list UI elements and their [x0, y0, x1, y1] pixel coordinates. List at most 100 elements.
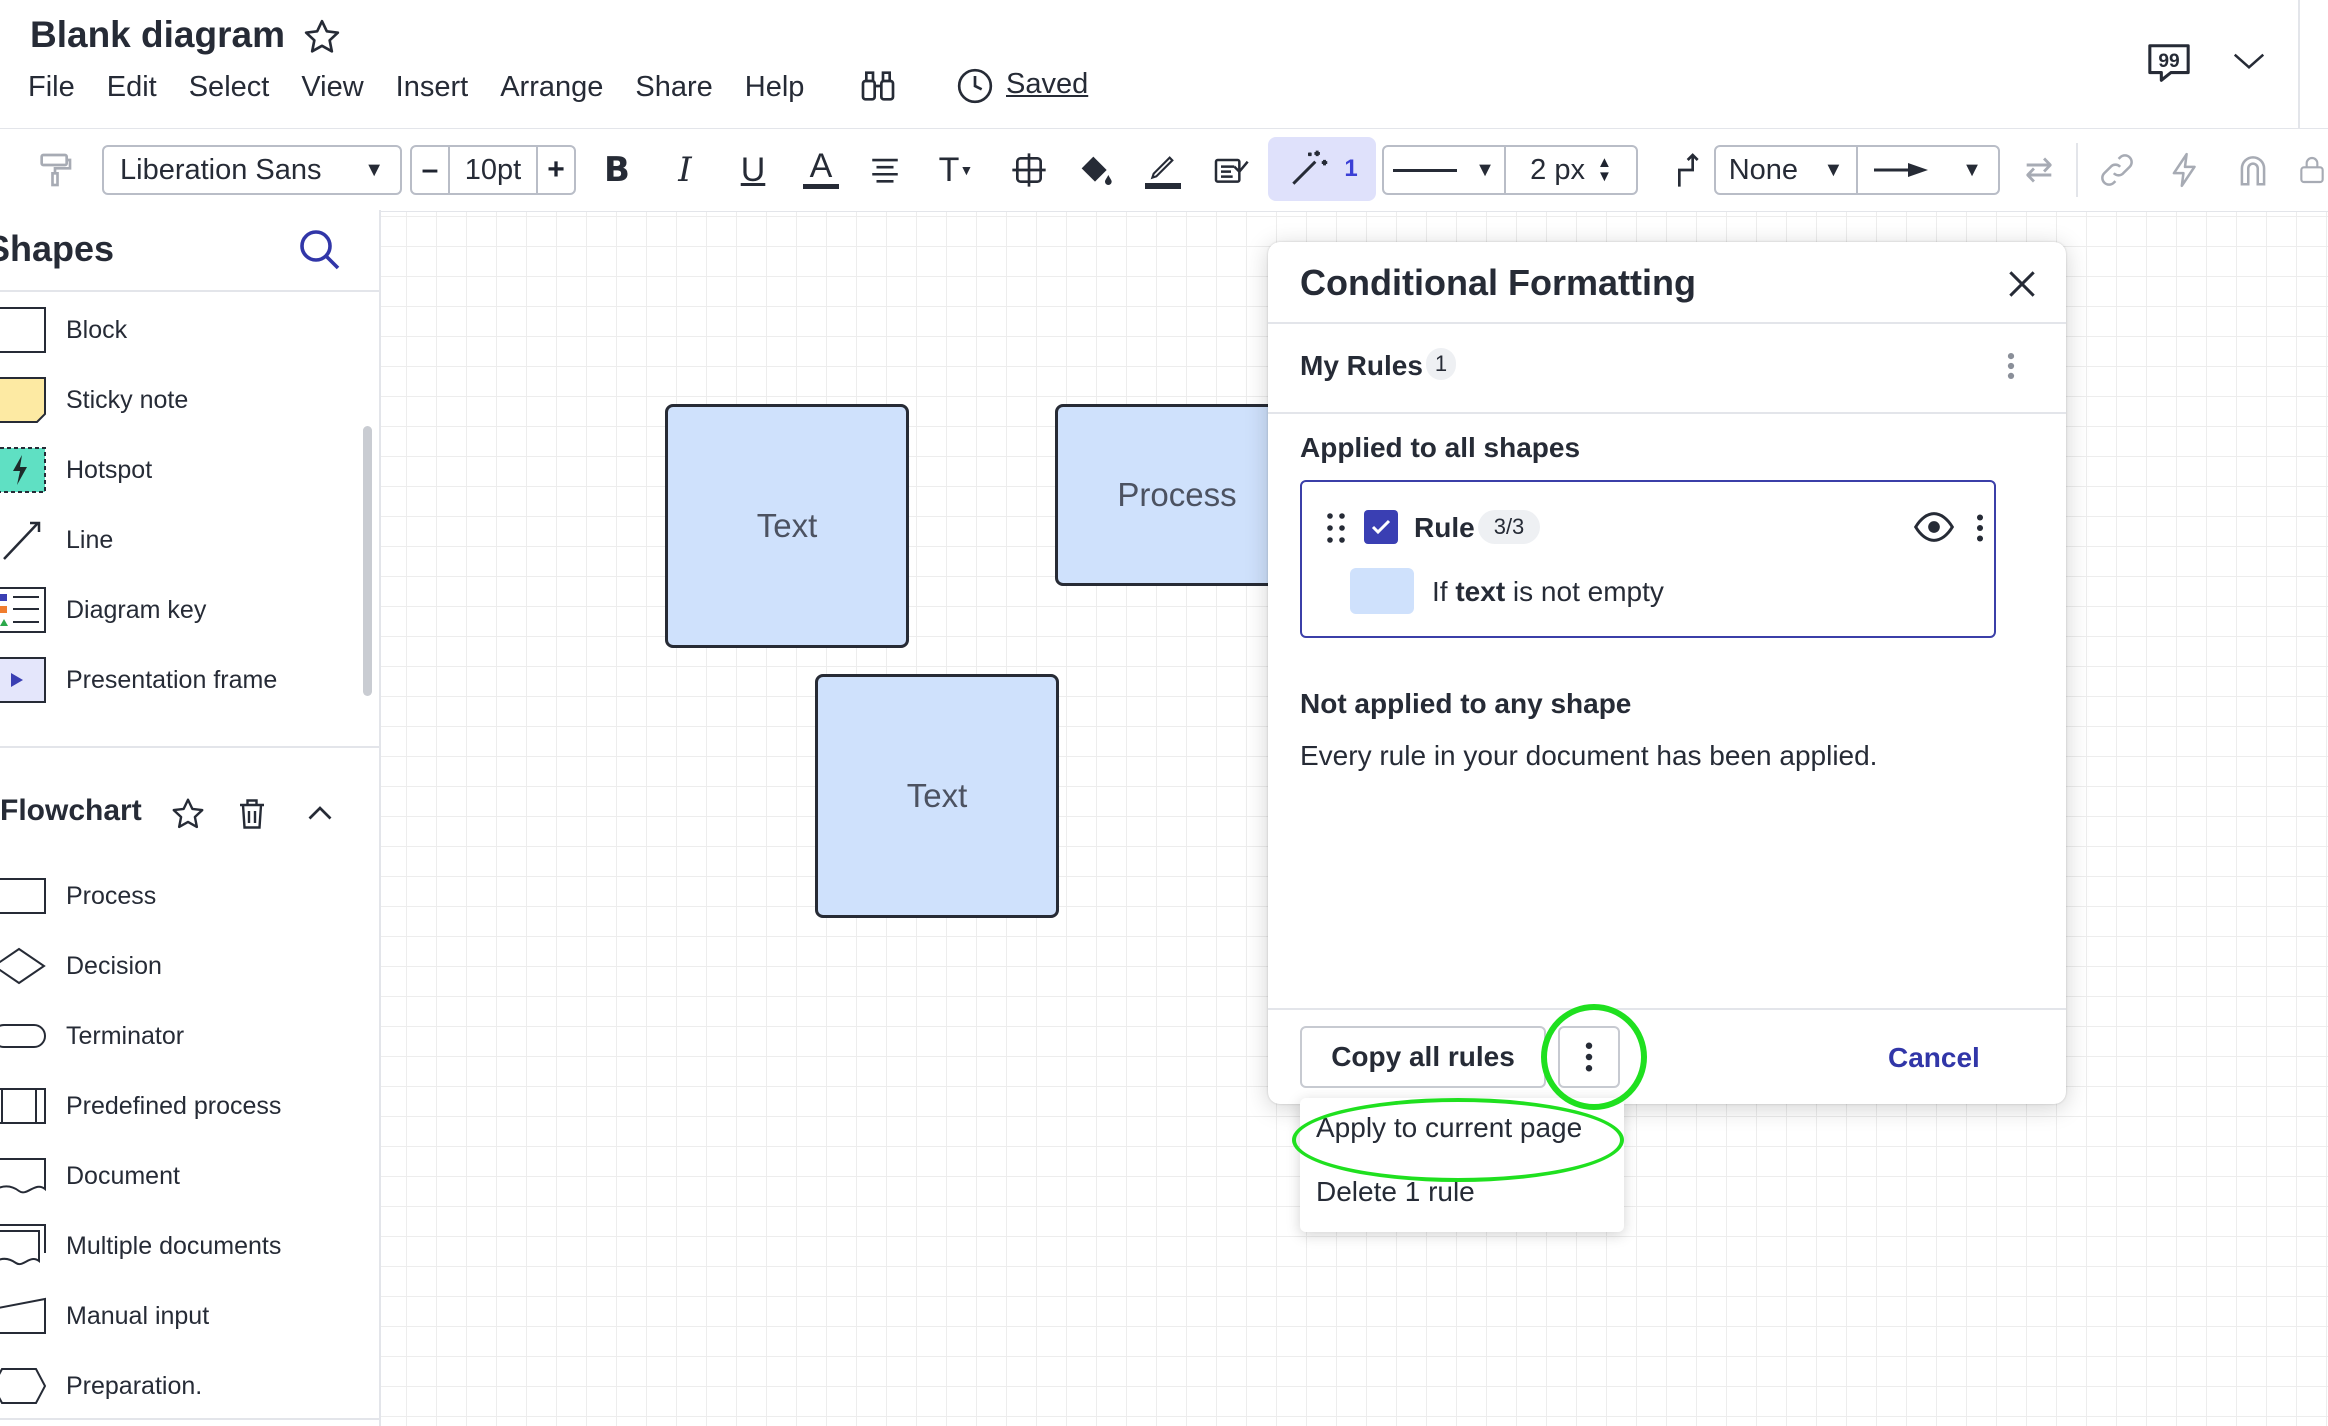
shape-item-terminator[interactable]: Terminator	[0, 1006, 360, 1066]
hotspot-icon	[0, 447, 46, 493]
highlight-ellipse	[1292, 1098, 1624, 1182]
eye-icon[interactable]	[1914, 510, 1954, 544]
applied-heading: Applied to all shapes	[1300, 432, 1581, 463]
menu-file[interactable]: File	[28, 71, 75, 104]
menu-help[interactable]: Help	[745, 71, 805, 104]
my-rules-count-badge: 1	[1426, 348, 1456, 380]
underline-icon[interactable]: U	[728, 145, 778, 195]
swap-arrows-icon[interactable]: ⇄	[2014, 145, 2064, 195]
preparation-icon	[0, 1368, 46, 1404]
link-icon[interactable]	[2092, 145, 2142, 195]
shape-item-process[interactable]: Process	[0, 866, 360, 926]
shape-item-label: Terminator	[66, 1021, 185, 1050]
shape-item-diagram-key[interactable]: Diagram key	[0, 580, 360, 640]
shape-item-predefined-process[interactable]: Predefined process	[0, 1076, 360, 1136]
shape-item-preparation[interactable]: Preparation.	[0, 1356, 360, 1416]
caret-down-icon: ▼	[1962, 158, 1982, 181]
crop-icon[interactable]	[1004, 145, 1054, 195]
divider	[1268, 412, 2066, 414]
predefined-process-icon	[0, 1088, 46, 1124]
condition-field: text	[1455, 576, 1506, 607]
panel-title: Conditional Formatting	[1300, 262, 1696, 303]
align-icon[interactable]	[860, 145, 910, 195]
shape-item-decision[interactable]: Decision	[0, 936, 360, 996]
menu-arrange[interactable]: Arrange	[500, 71, 603, 104]
shape-item-manual-input[interactable]: Manual input	[0, 1286, 360, 1346]
saved-status[interactable]: Saved	[1006, 68, 1088, 101]
canvas-shape-process[interactable]: Process	[1055, 404, 1299, 586]
canvas-shape-text-1[interactable]: Text	[665, 404, 909, 648]
shape-item-label: Multiple documents	[66, 1231, 282, 1260]
style-icon[interactable]	[1206, 145, 1256, 195]
shape-item-presentation-frame[interactable]: Presentation frame	[0, 650, 360, 710]
shapes-heading: Shapes	[0, 228, 115, 269]
shapes-panel: Shapes Block Sticky note Hotspot Line Di…	[0, 210, 381, 1426]
menu-view[interactable]: View	[301, 71, 363, 104]
line-width-value: 2 px	[1530, 153, 1585, 186]
document-title[interactable]: Blank diagram	[30, 14, 285, 56]
shape-item-label: Predefined process	[66, 1091, 282, 1120]
font-family-select[interactable]: Liberation Sans ▼	[102, 145, 402, 195]
arrow-head-icon	[1874, 163, 1929, 177]
search-icon[interactable]	[296, 226, 344, 274]
shape-item-block[interactable]: Block	[0, 300, 360, 360]
shape-item-label: Decision	[66, 951, 162, 980]
decision-icon	[0, 947, 46, 985]
comment-icon[interactable]: 99	[2144, 40, 2194, 86]
scrollbar[interactable]	[363, 426, 372, 696]
menu-insert[interactable]: Insert	[396, 71, 469, 104]
shape-item-label: Hotspot	[66, 455, 153, 484]
cancel-button[interactable]: Cancel	[1888, 1042, 1980, 1074]
chevron-down-icon[interactable]	[2228, 42, 2270, 80]
line-style-select[interactable]: ▼	[1384, 147, 1506, 193]
menu-share[interactable]: Share	[635, 71, 712, 104]
shape-item-line[interactable]: Line	[0, 510, 360, 570]
font-size-stepper: – 10pt +	[410, 145, 576, 195]
text-color-icon[interactable]: A	[796, 145, 846, 195]
lightning-icon[interactable]	[2160, 145, 2210, 195]
font-size-value[interactable]: 10pt	[448, 147, 538, 193]
line-width-select[interactable]: 2 px ▲ ▼	[1506, 147, 1636, 193]
fill-color-icon[interactable]	[1070, 145, 1120, 195]
copy-all-rules-button[interactable]: Copy all rules	[1300, 1026, 1546, 1088]
more-vertical-icon[interactable]	[1966, 508, 1994, 548]
italic-icon[interactable]: I	[660, 145, 710, 195]
manual-input-icon	[0, 1297, 46, 1334]
chevron-up-icon[interactable]	[302, 796, 338, 832]
shape-item-sticky-note[interactable]: Sticky note	[0, 370, 360, 430]
lock-icon[interactable]	[2296, 145, 2328, 195]
arrow-start-select[interactable]: None ▼	[1716, 147, 1858, 193]
shape-item-label: Sticky note	[66, 385, 189, 414]
text-options-icon[interactable]: T ▼	[926, 145, 986, 195]
close-icon[interactable]	[2002, 264, 2042, 304]
line-color-icon[interactable]	[1138, 145, 1188, 195]
drag-handle-icon[interactable]	[1324, 510, 1348, 546]
shape-item-hotspot[interactable]: Hotspot	[0, 440, 360, 500]
rule-color-swatch[interactable]	[1350, 568, 1414, 614]
format-painter-icon[interactable]	[30, 145, 80, 195]
menu-edit[interactable]: Edit	[107, 71, 157, 104]
shape-item-multiple-documents[interactable]: Multiple documents	[0, 1216, 360, 1276]
divider	[2076, 143, 2078, 197]
connector-style-icon[interactable]	[1666, 145, 1716, 195]
canvas-shape-text-2[interactable]: Text	[815, 674, 1059, 918]
multiple-documents-icon	[0, 1224, 46, 1266]
more-vertical-icon[interactable]	[1994, 346, 2028, 386]
sticky-note-icon	[0, 377, 46, 423]
menu-select[interactable]: Select	[189, 71, 270, 104]
flowchart-heading[interactable]: Flowchart	[0, 794, 142, 828]
binoculars-icon[interactable]	[858, 66, 898, 106]
trash-icon[interactable]	[234, 796, 270, 832]
rule-card[interactable]: Rule 1 3/3 If text is not empty	[1300, 480, 1996, 638]
shape-item-document[interactable]: Document	[0, 1146, 360, 1206]
decrease-size-button[interactable]: –	[412, 147, 448, 193]
magnet-icon[interactable]	[2228, 145, 2278, 195]
rule-checkbox[interactable]	[1364, 510, 1398, 544]
conditional-formatting-button[interactable]: 1	[1268, 137, 1376, 201]
shape-item-label: Diagram key	[66, 595, 207, 624]
star-icon[interactable]	[170, 796, 206, 832]
bold-icon[interactable]: B	[592, 145, 642, 195]
increase-size-button[interactable]: +	[538, 147, 574, 193]
arrow-end-select[interactable]: ▼	[1858, 147, 1998, 193]
star-icon[interactable]	[302, 17, 342, 57]
